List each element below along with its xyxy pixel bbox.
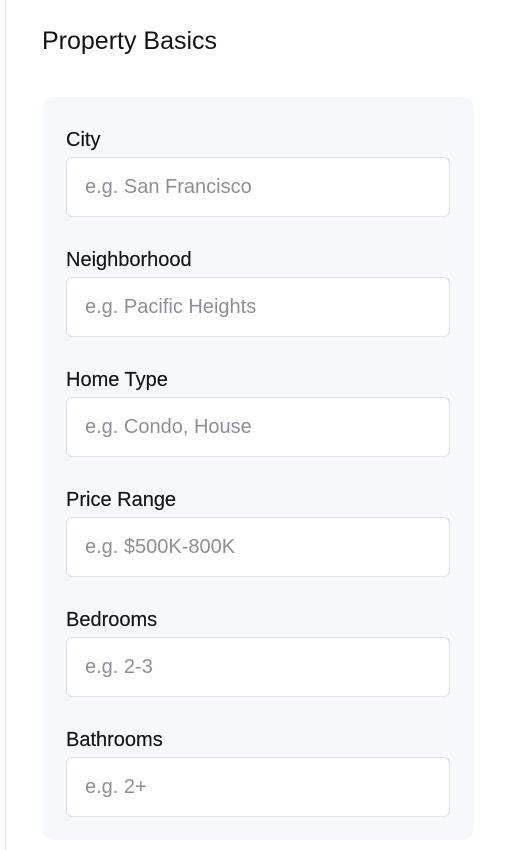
home-type-input[interactable] [66, 397, 450, 457]
property-basics-form-card: City Neighborhood Home Type Price Range … [42, 97, 474, 840]
price-range-label: Price Range [66, 489, 177, 511]
bedrooms-field-group: Bedrooms [66, 607, 450, 727]
bathrooms-field-group: Bathrooms [66, 727, 450, 847]
city-input[interactable] [66, 157, 450, 217]
neighborhood-label: Neighborhood [66, 249, 192, 271]
city-field-group: City [66, 127, 450, 247]
bathrooms-label: Bathrooms [66, 729, 163, 751]
city-label: City [66, 129, 101, 151]
property-basics-page: Property Basics City Neighborhood Home T… [0, 0, 510, 850]
neighborhood-field-group: Neighborhood [66, 247, 450, 367]
bathrooms-input[interactable] [66, 757, 450, 817]
price-range-input[interactable] [66, 517, 450, 577]
property-basics-fields: City Neighborhood Home Type Price Range … [66, 127, 450, 847]
neighborhood-input[interactable] [66, 277, 450, 337]
price-range-field-group: Price Range [66, 487, 450, 607]
home-type-label: Home Type [66, 369, 168, 391]
left-panel-divider [5, 0, 6, 850]
section-title: Property Basics [42, 27, 218, 55]
bedrooms-label: Bedrooms [66, 609, 158, 631]
bedrooms-input[interactable] [66, 637, 450, 697]
home-type-field-group: Home Type [66, 367, 450, 487]
